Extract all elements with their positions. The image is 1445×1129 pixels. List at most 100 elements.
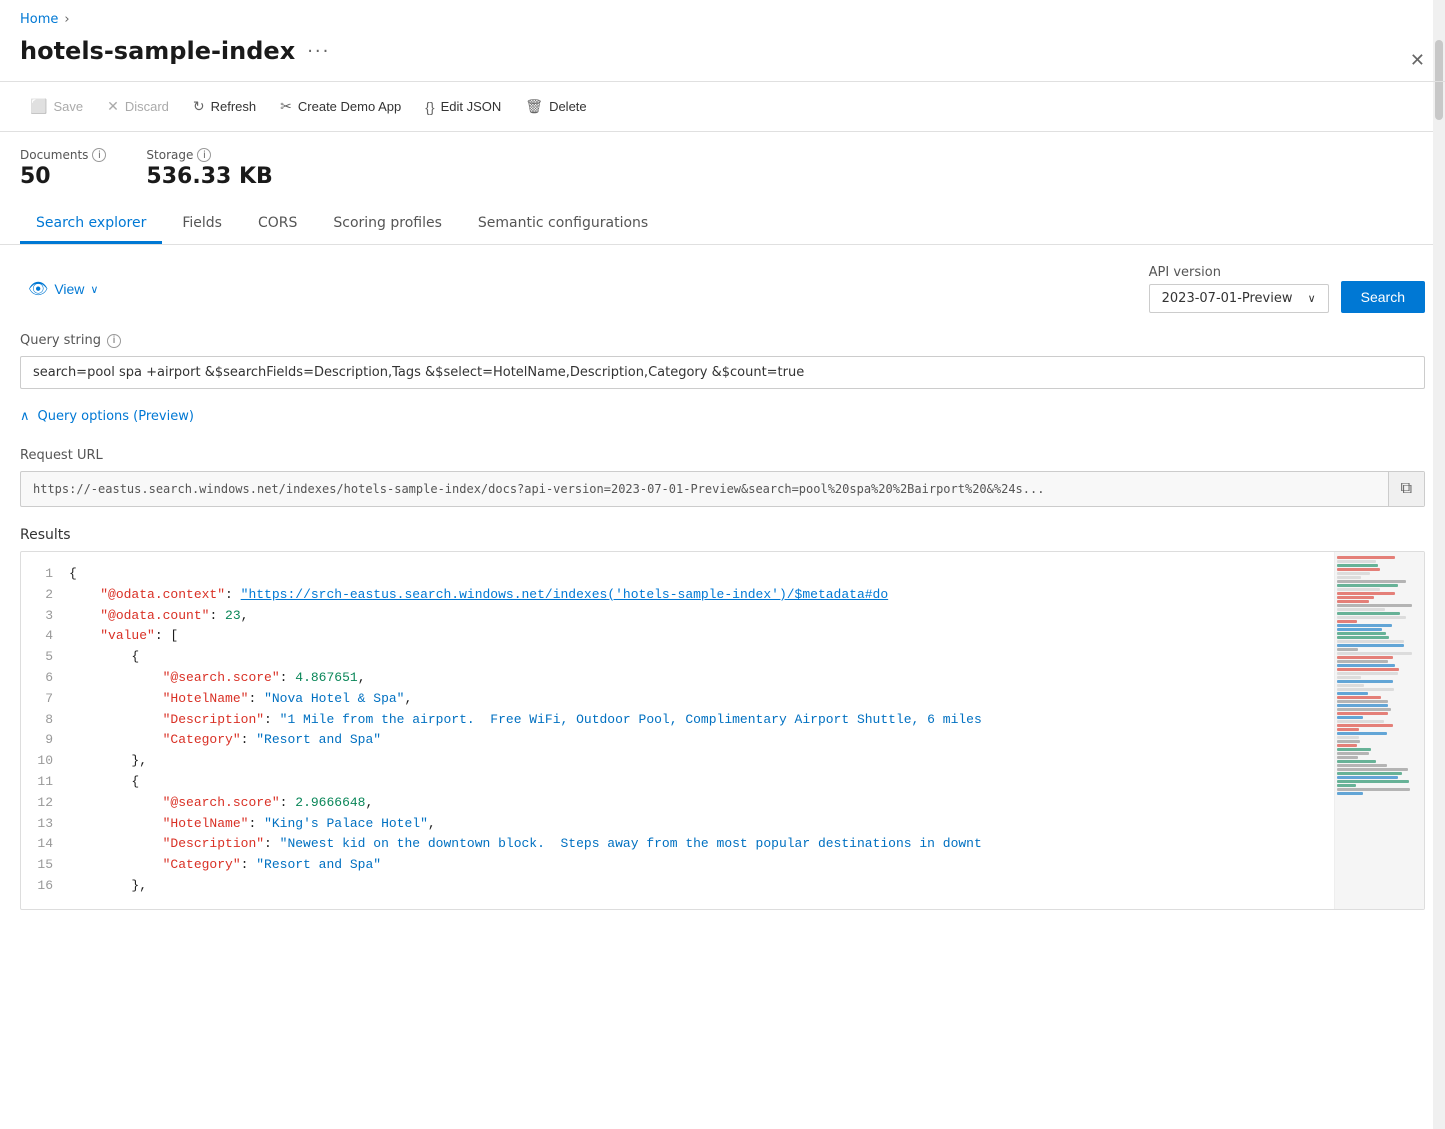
tab-scoring-profiles[interactable]: Scoring profiles	[317, 205, 458, 244]
json-string: "1 Mile from the airport. Free WiFi, Out…	[280, 712, 982, 727]
request-url-label: Request URL	[20, 448, 1425, 463]
edit-json-icon: {}	[425, 99, 434, 115]
minimap-line	[1337, 720, 1384, 723]
create-demo-icon: ✂	[280, 98, 292, 115]
edit-json-button[interactable]: {} Edit JSON	[415, 93, 511, 121]
storage-info-icon[interactable]: i	[197, 148, 211, 162]
json-link[interactable]: "https://srch-eastus.search.windows.net/…	[241, 587, 889, 602]
line-number: 3	[21, 606, 69, 627]
tab-cors[interactable]: CORS	[242, 205, 313, 244]
minimap-line	[1337, 640, 1404, 643]
json-key: "value"	[100, 628, 155, 643]
minimap-line	[1337, 600, 1369, 603]
minimap-line	[1337, 780, 1409, 783]
code-line: 4 "value": [	[21, 626, 1334, 647]
minimap-line	[1337, 752, 1369, 755]
json-number: 23	[225, 608, 241, 623]
minimap-line	[1337, 772, 1402, 775]
query-options-row[interactable]: ∧ Query options (Preview)	[20, 405, 1425, 428]
tab-fields[interactable]: Fields	[166, 205, 238, 244]
view-button[interactable]: 👁 View ∨	[20, 275, 106, 303]
minimap-line	[1337, 604, 1412, 607]
minimap-line	[1337, 620, 1357, 623]
search-button[interactable]: Search	[1341, 281, 1425, 313]
line-number: 14	[21, 834, 69, 855]
minimap-line	[1337, 608, 1385, 611]
json-brace	[69, 836, 163, 851]
storage-label: Storage i	[146, 148, 272, 162]
line-content: "Description": "1 Mile from the airport.…	[69, 710, 1334, 731]
minimap-line	[1337, 776, 1398, 779]
documents-info-icon[interactable]: i	[92, 148, 106, 162]
close-button[interactable]: ✕	[1410, 50, 1425, 71]
tab-semantic-configurations[interactable]: Semantic configurations	[462, 205, 664, 244]
line-number: 6	[21, 668, 69, 689]
minimap-line	[1337, 560, 1376, 563]
code-line: 8 "Description": "1 Mile from the airpor…	[21, 710, 1334, 731]
discard-button[interactable]: ✕ Discard	[97, 92, 179, 121]
code-line: 7 "HotelName": "Nova Hotel & Spa",	[21, 689, 1334, 710]
results-inner: 1{2 "@odata.context": "https://srch-east…	[21, 552, 1424, 909]
json-key: "HotelName"	[163, 691, 249, 706]
minimap-line	[1337, 764, 1387, 767]
line-content: "@odata.count": 23,	[69, 606, 1334, 627]
code-area[interactable]: 1{2 "@odata.context": "https://srch-east…	[21, 552, 1334, 909]
query-info-icon[interactable]: i	[107, 334, 121, 348]
json-brace	[69, 712, 163, 727]
json-key: "Description"	[163, 836, 264, 851]
json-key: "Description"	[163, 712, 264, 727]
api-version-section: API version 2023-07-01-Preview ∨ Search	[1149, 265, 1425, 313]
json-brace: :	[248, 691, 264, 706]
vertical-scrollbar[interactable]	[1433, 0, 1445, 1129]
json-key: "@odata.context"	[100, 587, 225, 602]
minimap-line	[1337, 612, 1400, 615]
api-version-label: API version	[1149, 265, 1329, 280]
line-number: 1	[21, 564, 69, 585]
minimap-line	[1337, 576, 1361, 579]
save-button[interactable]: ⬜ Save	[20, 92, 93, 121]
minimap-line	[1337, 644, 1404, 647]
code-line: 9 "Category": "Resort and Spa"	[21, 730, 1334, 751]
json-brace: :	[264, 712, 280, 727]
minimap-line	[1337, 736, 1359, 739]
query-input[interactable]	[20, 356, 1425, 389]
stats-row: Documents i 50 Storage i 536.33 KB	[0, 132, 1445, 205]
minimap-line	[1337, 704, 1388, 707]
json-brace: ,	[358, 670, 366, 685]
code-line: 16 },	[21, 876, 1334, 897]
json-brace	[69, 774, 131, 789]
code-line: 15 "Category": "Resort and Spa"	[21, 855, 1334, 876]
json-brace: {	[131, 649, 139, 664]
minimap-line	[1337, 696, 1381, 699]
tab-search-explorer[interactable]: Search explorer	[20, 205, 162, 244]
line-content: "Category": "Resort and Spa"	[69, 855, 1334, 876]
minimap-line	[1337, 596, 1374, 599]
json-brace	[69, 628, 100, 643]
documents-stat: Documents i 50	[20, 148, 106, 189]
create-demo-app-button[interactable]: ✂ Create Demo App	[270, 92, 411, 121]
refresh-button[interactable]: ↻ Refresh	[183, 92, 266, 121]
json-number: 2.9666648	[295, 795, 365, 810]
minimap-line	[1337, 728, 1359, 731]
minimap-line	[1337, 616, 1406, 619]
url-text: https://-eastus.search.windows.net/index…	[21, 474, 1388, 504]
discard-icon: ✕	[107, 98, 119, 115]
top-bar: Home › hotels-sample-index ··· ✕	[0, 0, 1445, 82]
minimap-line	[1337, 660, 1388, 663]
line-number: 10	[21, 751, 69, 772]
minimap-line	[1337, 788, 1410, 791]
line-number: 13	[21, 814, 69, 835]
api-version-value: 2023-07-01-Preview	[1162, 291, 1293, 306]
line-content: "HotelName": "King's Palace Hotel",	[69, 814, 1334, 835]
json-brace	[69, 753, 131, 768]
delete-button[interactable]: 🗑 Delete	[515, 92, 596, 121]
breadcrumb-home[interactable]: Home	[20, 12, 58, 27]
title-menu-btn[interactable]: ···	[307, 41, 330, 62]
documents-label: Documents i	[20, 148, 106, 162]
code-line: 12 "@search.score": 2.9666648,	[21, 793, 1334, 814]
minimap-line	[1337, 580, 1406, 583]
minimap-line	[1337, 624, 1392, 627]
copy-url-button[interactable]: ⧉	[1388, 472, 1424, 506]
api-version-select[interactable]: 2023-07-01-Preview ∨	[1149, 284, 1329, 313]
line-content: },	[69, 876, 1334, 897]
